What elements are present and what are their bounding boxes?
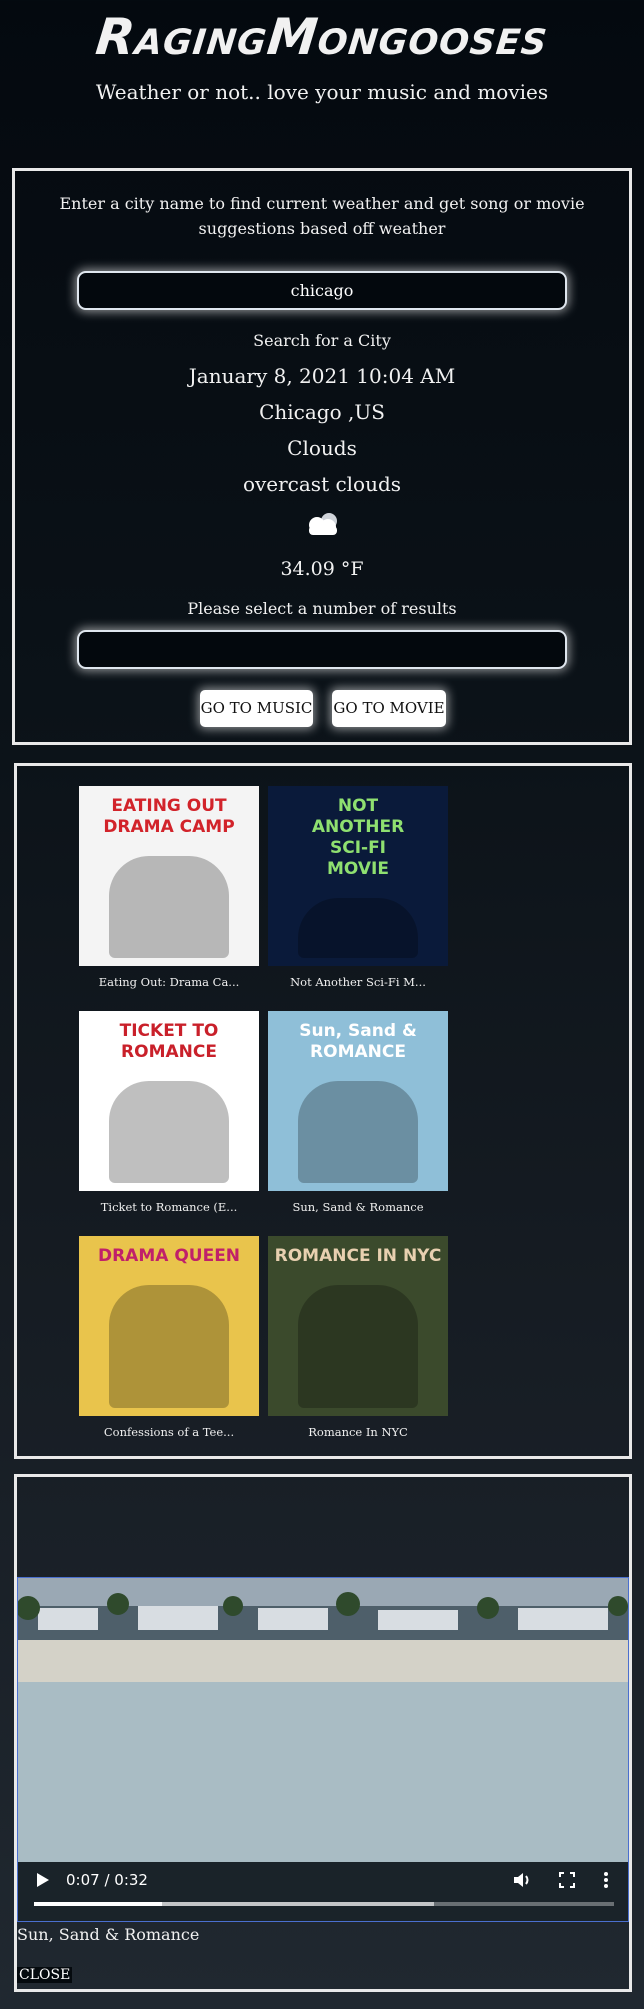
results-count-input[interactable] <box>77 630 567 669</box>
poster-title-text: ROMANCE IN NYC <box>274 1246 442 1266</box>
poster-artwork <box>298 1081 418 1183</box>
poster-artwork <box>109 856 229 958</box>
poster-title-text: ANOTHER <box>311 817 405 837</box>
movie-poster[interactable]: EATING OUT DRAMA CAMP <box>79 786 259 966</box>
poster-title-text: EATING OUT <box>111 796 227 816</box>
trailer-panel: 0:07 / 0:32 Sun, Sand & Romance CLOSE <box>14 1474 632 1992</box>
poster-artwork <box>298 898 418 958</box>
volume-icon[interactable] <box>513 1871 533 1889</box>
poster-artwork <box>109 1285 229 1408</box>
video-time: 0:07 / 0:32 <box>66 1871 148 1889</box>
poster-artwork <box>298 1285 418 1408</box>
poster-title-text: MOVIE <box>326 859 389 879</box>
poster-title-text: TICKET TO <box>119 1021 219 1041</box>
fullscreen-icon[interactable] <box>559 1872 575 1888</box>
movie-caption[interactable]: Sun, Sand & Romance <box>268 1200 448 1214</box>
poster-title-text: Sun, Sand & <box>299 1021 417 1041</box>
poster-title-text: ROMANCE <box>310 1042 406 1062</box>
movie-caption[interactable]: Confessions of a Tee... <box>79 1425 259 1439</box>
video-progress-bar <box>34 1902 162 1906</box>
search-instructions: Enter a city name to find current weathe… <box>59 194 585 238</box>
tagline: Weather or not.. love your music and mov… <box>95 80 549 104</box>
play-icon[interactable] <box>36 1872 50 1888</box>
weather-datetime: January 8, 2021 10:04 AM <box>188 364 456 388</box>
movie-caption[interactable]: Romance In NYC <box>268 1425 448 1439</box>
more-options-icon[interactable] <box>603 1871 609 1889</box>
poster-title-text: SCI-FI <box>329 838 387 858</box>
movie-poster[interactable]: DRAMA QUEEN <box>79 1236 259 1416</box>
weather-condition: Clouds <box>287 436 357 460</box>
search-status: Search for a City <box>253 331 391 350</box>
movie-poster[interactable]: Sun, Sand & ROMANCE <box>268 1011 448 1191</box>
poster-artwork <box>109 1081 229 1183</box>
weather-temperature: 34.09 °F <box>280 558 364 580</box>
go-to-music-button[interactable]: GO TO MUSIC <box>200 690 313 727</box>
movie-caption[interactable]: Eating Out: Drama Ca... <box>79 975 259 989</box>
movie-caption[interactable]: Not Another Sci-Fi M... <box>268 975 448 989</box>
app-logo: RagingMongooses <box>93 8 551 66</box>
poster-title-text: DRAMA QUEEN <box>97 1246 241 1266</box>
close-button[interactable]: CLOSE <box>17 1967 73 1983</box>
weather-description: overcast clouds <box>242 472 402 496</box>
movie-poster[interactable]: TICKET TO ROMANCE <box>79 1011 259 1191</box>
weather-search-panel: Enter a city name to find current weathe… <box>12 168 632 745</box>
city-search-input[interactable]: chicago <box>77 271 567 310</box>
movie-poster[interactable]: ROMANCE IN NYC <box>268 1236 448 1416</box>
cloud-icon <box>309 513 337 535</box>
go-to-movie-button[interactable]: GO TO MOVIE <box>332 690 446 727</box>
weather-city: Chicago ,US <box>259 400 385 424</box>
poster-title-text: ROMANCE <box>121 1042 217 1062</box>
poster-title-text: DRAMA CAMP <box>103 817 235 837</box>
poster-title-text: NOT <box>337 796 379 816</box>
movie-caption[interactable]: Ticket to Romance (E... <box>79 1200 259 1214</box>
video-progress-track[interactable] <box>34 1902 614 1906</box>
movie-results-panel: EATING OUT DRAMA CAMP Eating Out: Drama Ca… <box>14 763 632 1459</box>
results-prompt: Please select a number of results <box>187 599 457 618</box>
video-player[interactable]: 0:07 / 0:32 <box>17 1577 629 1922</box>
video-title: Sun, Sand & Romance <box>17 1925 200 1944</box>
movie-poster[interactable]: NOT ANOTHER SCI-FI MOVIE <box>268 786 448 966</box>
